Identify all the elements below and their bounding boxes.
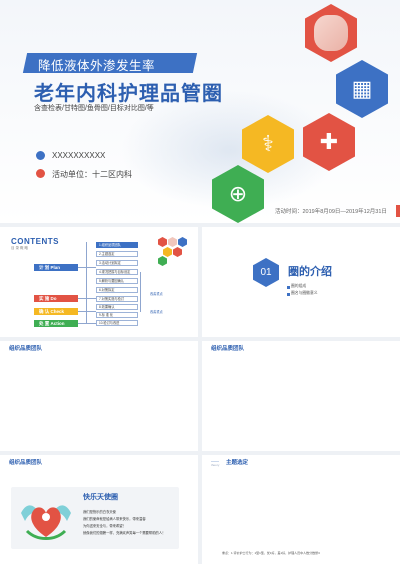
flow-connector	[78, 311, 96, 312]
circle-motto-line: 为你送来安全与，带来希望！	[83, 524, 126, 528]
phase-do: 实 施 Do	[34, 295, 78, 302]
cover-person: XXXXXXXXXX	[52, 151, 106, 160]
flow-connector	[78, 298, 96, 299]
phase-action: 处 置 Action	[34, 320, 78, 327]
step-item: 4.现况把握与目标设定	[96, 269, 138, 275]
step-item: 7.对策实施与检讨	[96, 296, 138, 302]
slide-sheet: 降低液体外渗发生率 老年内科护理品管圈 含查检表/甘特图/鱼骨图/目标对比图/等…	[0, 0, 400, 564]
theme-note: 重点：1.评价护士行为：1型1型，优1好，差1好，护理人员中人数分数整3	[222, 551, 320, 555]
hex-ornament	[168, 237, 177, 247]
phase-plan: 计 划 Plan	[34, 264, 78, 271]
slide-title: 组织品质团队	[9, 346, 43, 352]
cover-date: 活动时间：2019年8月09日—2019年12月31日	[275, 209, 387, 215]
bullet-dot	[287, 293, 290, 296]
step-item: 2.主题选定	[96, 251, 138, 257]
hospital-icon: ▦	[336, 60, 388, 118]
cover-slide[interactable]: 降低液体外渗发生率 老年内科护理品管圈 含查检表/甘特图/鱼骨图/目标对比图/等…	[0, 0, 400, 223]
hex-ornament	[158, 256, 167, 266]
section-bullet: 圈名与圈徽意义	[291, 291, 318, 295]
step-item: 6.对策拟定	[96, 287, 138, 293]
hex-ornament	[178, 237, 187, 247]
slide-title: 组织品质团队	[211, 346, 245, 352]
step-item: 5.解析与要因确认	[96, 278, 138, 284]
section-slide[interactable]	[202, 227, 400, 337]
step-item: 1.组织品质团队	[96, 242, 138, 248]
bracket-line	[140, 272, 141, 312]
flow-connector	[78, 323, 96, 324]
hex-ornament	[158, 237, 167, 247]
cover-title: 老年内科护理品管圈	[34, 83, 223, 105]
contents-slide[interactable]: CONTENTS 目 录 概 略 计 划 Plan 实 施 Do 确 认 Che…	[0, 227, 198, 337]
hex-ornament	[163, 247, 172, 257]
tag-label: 改善重点	[150, 310, 163, 314]
theme-slide[interactable]: —— theory 主题选定 重点：1.评价护士行为：1型1型，优1好，差1好，…	[202, 455, 400, 564]
section-bullet: 圈的组成	[291, 284, 307, 288]
slide-title: 主题选定	[226, 460, 249, 466]
circle-motto-line: 我们的使命就是给病人带来快乐，带来温馨	[83, 517, 146, 521]
cover-tools: 含查检表/甘特图/鱼骨图/目标对比图/等	[34, 105, 154, 112]
date-accent-bar	[396, 205, 400, 217]
massage-photo	[305, 4, 357, 62]
bullet-dot	[287, 286, 290, 289]
circle-motto-line: 就像我们的翅膀一样，充满欢声笑每一个需要帮助的人！	[83, 531, 166, 535]
person-icon	[36, 151, 45, 160]
tag-label: 改善重点	[150, 292, 163, 296]
flow-connector	[86, 242, 87, 324]
team-slide[interactable]: 组织品质团队	[202, 341, 400, 451]
location-icon	[36, 169, 45, 178]
team-slide[interactable]: 组织品质团队	[0, 341, 198, 451]
cover-subtitle: 降低液体外渗发生率	[38, 59, 156, 73]
circle-motto-line: 我们是快乐的白衣天使	[83, 510, 116, 514]
step-item: 8.效果确认	[96, 304, 138, 310]
step-item: 3.活动计划拟定	[96, 260, 138, 266]
slide-title: 组织品质团队	[9, 460, 43, 466]
phase-check: 确 认 Check	[34, 308, 78, 315]
cover-unit: 活动单位：十二区内科	[52, 170, 132, 179]
hex-ornament	[173, 247, 182, 257]
section-title: 圈的介绍	[288, 266, 332, 278]
contents-logo: CONTENTS	[11, 237, 59, 246]
step-item: 9.标 准 化	[96, 312, 138, 318]
circle-name: 快乐天使圈	[83, 494, 118, 501]
angel-logo	[21, 505, 71, 540]
step-item: 10.检讨与改进	[96, 320, 138, 326]
flow-connector	[78, 267, 96, 268]
contents-subtitle: 目 录 概 略	[11, 246, 28, 250]
theme-sub: theory	[211, 463, 220, 467]
